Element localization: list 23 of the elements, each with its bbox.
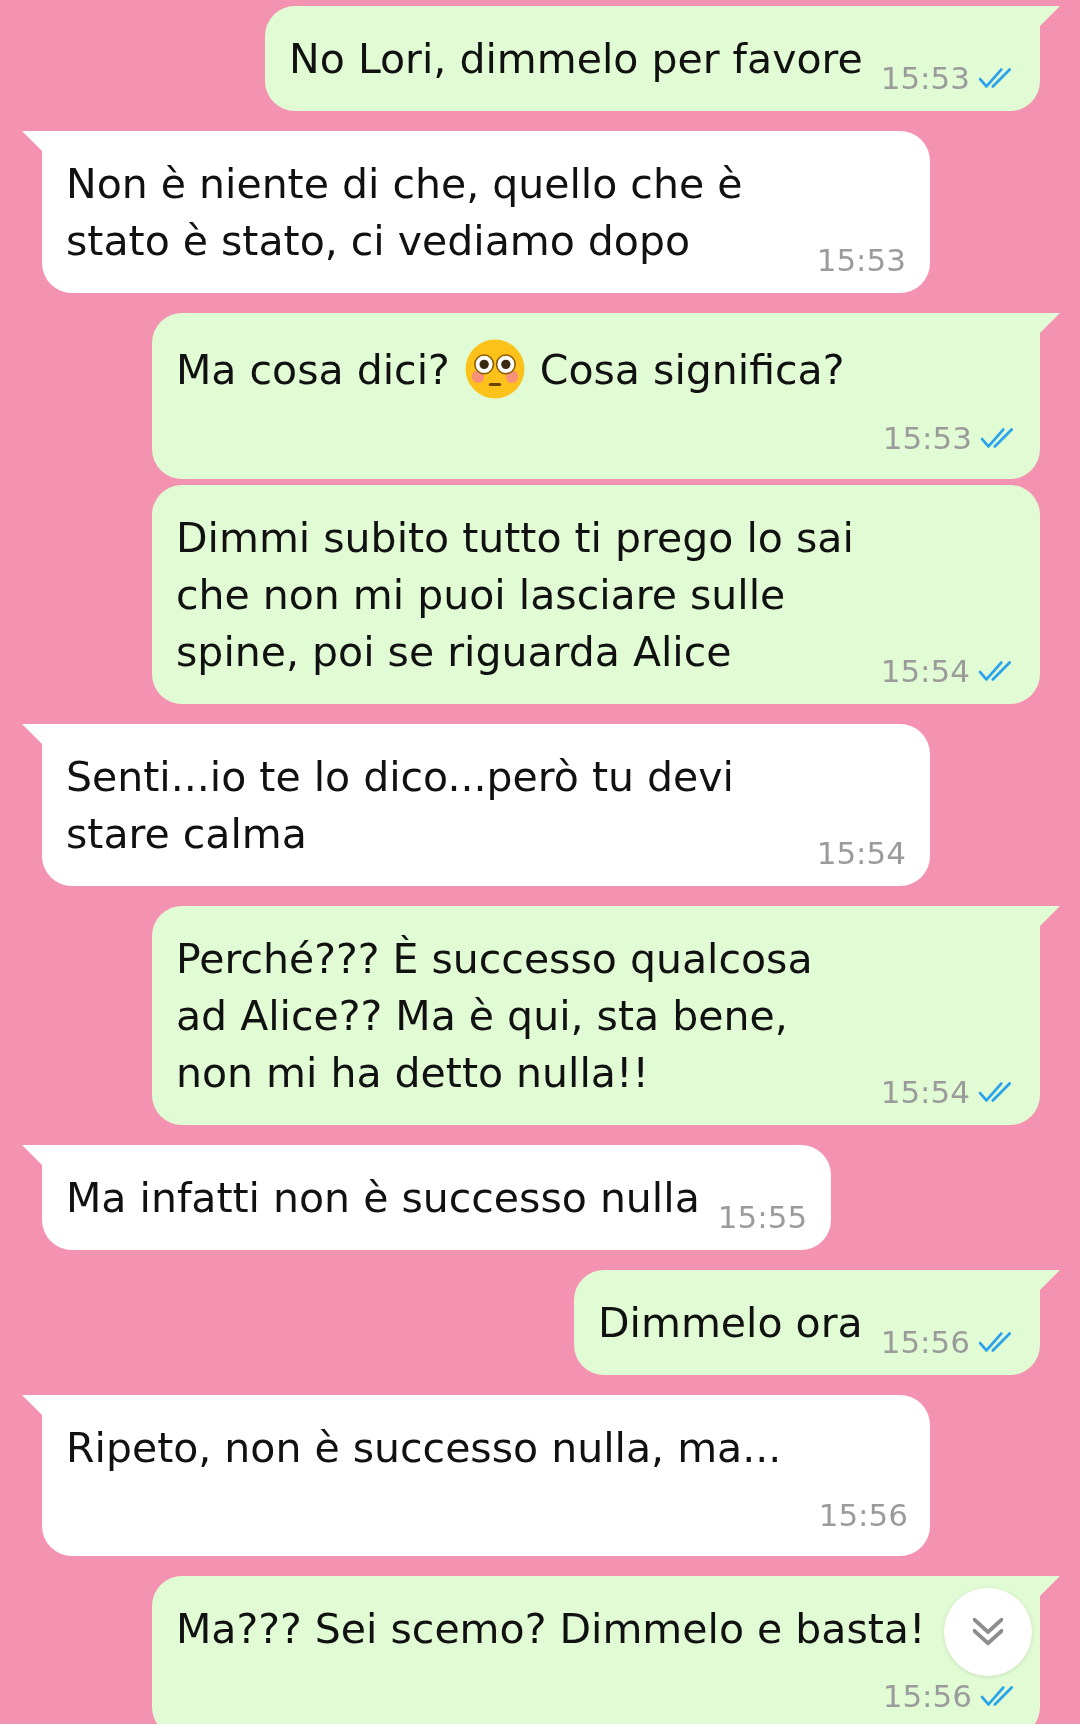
message-text: Cosa significa? <box>539 346 845 394</box>
message-text: No Lori, dimmelo per favore <box>289 34 863 85</box>
message-time: 15:54 <box>880 1074 970 1110</box>
message-time: 15:56 <box>882 1678 972 1714</box>
message-text: Ma cosa dici? <box>176 346 450 394</box>
message-time: 15:56 <box>818 1497 908 1533</box>
message-text: Ma??? Sei scemo? Dimmelo e basta! <box>176 1604 926 1655</box>
message-time: 15:53 <box>880 60 970 96</box>
message-text: Dimmi subito tutto ti prego lo sai che non mi puoi lasciare sulle spine, poi se riguarda Alice <box>176 513 855 678</box>
message-time: 15:55 <box>717 1199 808 1235</box>
message-text: Non è niente di che, quello che è stato è stato, ci vediamo dopo <box>66 159 744 267</box>
message-text: Senti...io te lo dico...però tu devi stare calma <box>66 752 735 860</box>
message-text: Perché??? È successo qualcosa ad Alice?? Ma è qui, sta bene, non mi ha detto nulla!! <box>176 934 814 1099</box>
message-time: 15:56 <box>880 1324 970 1360</box>
double-chevron-down-icon <box>973 1618 1003 1646</box>
message-time: 15:54 <box>880 653 970 689</box>
flushed-face-emoji-icon <box>463 338 526 400</box>
message-time: 15:53 <box>816 242 906 278</box>
message-text: Ripeto, non è successo nulla, ma... <box>66 1423 782 1474</box>
message-text: Ma infatti non è successo nulla <box>66 1173 700 1224</box>
message-time: 15:54 <box>816 835 906 871</box>
message-text: Dimmelo ora <box>598 1298 863 1349</box>
message-time: 15:53 <box>882 420 972 456</box>
